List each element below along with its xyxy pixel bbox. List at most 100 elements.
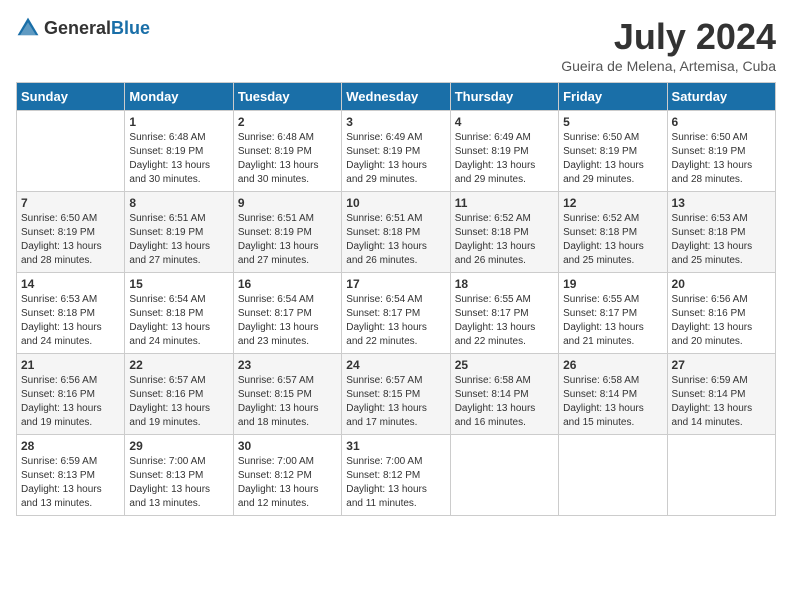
day-number: 7 [21,196,120,210]
day-number: 6 [672,115,771,129]
day-info: Sunrise: 6:58 AMSunset: 8:14 PMDaylight:… [563,374,662,430]
calendar-day-cell: 19 Sunrise: 6:55 AMSunset: 8:17 PMDayligh… [559,273,667,354]
calendar-week-row: 7 Sunrise: 6:50 AMSunset: 8:19 PMDaylight… [17,192,776,273]
day-number: 8 [129,196,228,210]
day-info: Sunrise: 6:50 AMSunset: 8:19 PMDaylight:… [563,131,662,187]
day-number: 11 [455,196,554,210]
day-number: 19 [563,277,662,291]
calendar-week-row: 28Sunrise: 6:59 AMSunset: 8:13 PMDayligh… [17,435,776,516]
logo-icon [16,16,40,40]
calendar-day-cell: 21Sunrise: 6:56 AMSunset: 8:16 PMDayligh… [17,354,125,435]
day-number: 25 [455,358,554,372]
weekday-header: Monday [125,83,233,111]
calendar-day-cell: 15 Sunrise: 6:54 AMSunset: 8:18 PMDayligh… [125,273,233,354]
calendar-day-cell: 24 Sunrise: 6:57 AMSunset: 8:15 PMDayligh… [342,354,450,435]
day-info: Sunrise: 6:50 AMSunset: 8:19 PMDaylight:… [672,131,771,187]
day-info: Sunrise: 6:57 AMSunset: 8:15 PMDaylight:… [346,374,445,430]
calendar-day-cell: 28Sunrise: 6:59 AMSunset: 8:13 PMDayligh… [17,435,125,516]
weekday-header: Tuesday [233,83,341,111]
day-info: Sunrise: 6:50 AMSunset: 8:19 PMDaylight:… [21,212,120,268]
day-number: 16 [238,277,337,291]
calendar-day-cell: 6 Sunrise: 6:50 AMSunset: 8:19 PMDaylight… [667,111,775,192]
day-info: Sunrise: 6:52 AMSunset: 8:18 PMDaylight:… [563,212,662,268]
weekday-header: Sunday [17,83,125,111]
calendar-day-cell: 5 Sunrise: 6:50 AMSunset: 8:19 PMDaylight… [559,111,667,192]
day-info: Sunrise: 6:54 AMSunset: 8:17 PMDaylight:… [346,293,445,349]
day-number: 30 [238,439,337,453]
calendar-day-cell: 20Sunrise: 6:56 AMSunset: 8:16 PMDayligh… [667,273,775,354]
month-title: July 2024 [561,16,776,58]
day-info: Sunrise: 7:00 AMSunset: 8:13 PMDaylight:… [129,455,228,511]
calendar-day-cell [667,435,775,516]
calendar-week-row: 21Sunrise: 6:56 AMSunset: 8:16 PMDayligh… [17,354,776,435]
weekday-header: Friday [559,83,667,111]
calendar-day-cell: 1 Sunrise: 6:48 AMSunset: 8:19 PMDaylight… [125,111,233,192]
day-number: 12 [563,196,662,210]
calendar-day-cell [17,111,125,192]
day-number: 28 [21,439,120,453]
logo: GeneralBlue [16,16,150,40]
calendar-day-cell: 14 Sunrise: 6:53 AMSunset: 8:18 PMDayligh… [17,273,125,354]
day-number: 23 [238,358,337,372]
calendar-day-cell: 27Sunrise: 6:59 AMSunset: 8:14 PMDayligh… [667,354,775,435]
calendar-day-cell: 4Sunrise: 6:49 AMSunset: 8:19 PMDaylight… [450,111,558,192]
logo-general: General [44,18,111,38]
title-block: July 2024 Gueira de Melena, Artemisa, Cu… [561,16,776,74]
day-number: 1 [129,115,228,129]
weekday-header: Saturday [667,83,775,111]
day-number: 17 [346,277,445,291]
calendar-day-cell: 22 Sunrise: 6:57 AMSunset: 8:16 PMDayligh… [125,354,233,435]
calendar-week-row: 14 Sunrise: 6:53 AMSunset: 8:18 PMDayligh… [17,273,776,354]
day-number: 4 [455,115,554,129]
location-title: Gueira de Melena, Artemisa, Cuba [561,58,776,74]
calendar-day-cell: 26 Sunrise: 6:58 AMSunset: 8:14 PMDayligh… [559,354,667,435]
calendar-header: SundayMondayTuesdayWednesdayThursdayFrid… [17,83,776,111]
day-number: 13 [672,196,771,210]
calendar-day-cell: 29 Sunrise: 7:00 AMSunset: 8:13 PMDayligh… [125,435,233,516]
calendar-week-row: 1 Sunrise: 6:48 AMSunset: 8:19 PMDaylight… [17,111,776,192]
day-info: Sunrise: 7:00 AMSunset: 8:12 PMDaylight:… [238,455,337,511]
calendar-day-cell: 9Sunrise: 6:51 AMSunset: 8:19 PMDaylight… [233,192,341,273]
logo-blue: Blue [111,18,150,38]
calendar-day-cell: 8 Sunrise: 6:51 AMSunset: 8:19 PMDaylight… [125,192,233,273]
day-info: Sunrise: 6:49 AMSunset: 8:19 PMDaylight:… [346,131,445,187]
day-info: Sunrise: 6:51 AMSunset: 8:19 PMDaylight:… [129,212,228,268]
day-number: 22 [129,358,228,372]
day-info: Sunrise: 6:58 AMSunset: 8:14 PMDaylight:… [455,374,554,430]
day-info: Sunrise: 6:48 AMSunset: 8:19 PMDaylight:… [238,131,337,187]
calendar-day-cell: 30 Sunrise: 7:00 AMSunset: 8:12 PMDayligh… [233,435,341,516]
day-number: 29 [129,439,228,453]
day-number: 21 [21,358,120,372]
calendar-day-cell: 17 Sunrise: 6:54 AMSunset: 8:17 PMDayligh… [342,273,450,354]
day-info: Sunrise: 6:57 AMSunset: 8:15 PMDaylight:… [238,374,337,430]
day-number: 24 [346,358,445,372]
day-number: 10 [346,196,445,210]
weekday-header: Thursday [450,83,558,111]
calendar-day-cell: 18Sunrise: 6:55 AMSunset: 8:17 PMDayligh… [450,273,558,354]
day-number: 5 [563,115,662,129]
day-info: Sunrise: 6:53 AMSunset: 8:18 PMDaylight:… [672,212,771,268]
calendar-table: SundayMondayTuesdayWednesdayThursdayFrid… [16,82,776,516]
day-info: Sunrise: 6:55 AMSunset: 8:17 PMDaylight:… [455,293,554,349]
calendar-day-cell: 13 Sunrise: 6:53 AMSunset: 8:18 PMDayligh… [667,192,775,273]
calendar-day-cell [559,435,667,516]
calendar-body: 1 Sunrise: 6:48 AMSunset: 8:19 PMDaylight… [17,111,776,516]
day-info: Sunrise: 6:53 AMSunset: 8:18 PMDaylight:… [21,293,120,349]
calendar-day-cell: 3Sunrise: 6:49 AMSunset: 8:19 PMDaylight… [342,111,450,192]
day-info: Sunrise: 7:00 AMSunset: 8:12 PMDaylight:… [346,455,445,511]
day-info: Sunrise: 6:48 AMSunset: 8:19 PMDaylight:… [129,131,228,187]
day-info: Sunrise: 6:54 AMSunset: 8:18 PMDaylight:… [129,293,228,349]
calendar-day-cell: 7 Sunrise: 6:50 AMSunset: 8:19 PMDaylight… [17,192,125,273]
day-info: Sunrise: 6:55 AMSunset: 8:17 PMDaylight:… [563,293,662,349]
day-info: Sunrise: 6:54 AMSunset: 8:17 PMDaylight:… [238,293,337,349]
calendar-day-cell: 23 Sunrise: 6:57 AMSunset: 8:15 PMDayligh… [233,354,341,435]
day-number: 14 [21,277,120,291]
calendar-day-cell [450,435,558,516]
day-number: 27 [672,358,771,372]
calendar-day-cell: 31Sunrise: 7:00 AMSunset: 8:12 PMDayligh… [342,435,450,516]
day-info: Sunrise: 6:57 AMSunset: 8:16 PMDaylight:… [129,374,228,430]
day-number: 15 [129,277,228,291]
day-info: Sunrise: 6:51 AMSunset: 8:18 PMDaylight:… [346,212,445,268]
day-number: 26 [563,358,662,372]
calendar-day-cell: 25 Sunrise: 6:58 AMSunset: 8:14 PMDayligh… [450,354,558,435]
